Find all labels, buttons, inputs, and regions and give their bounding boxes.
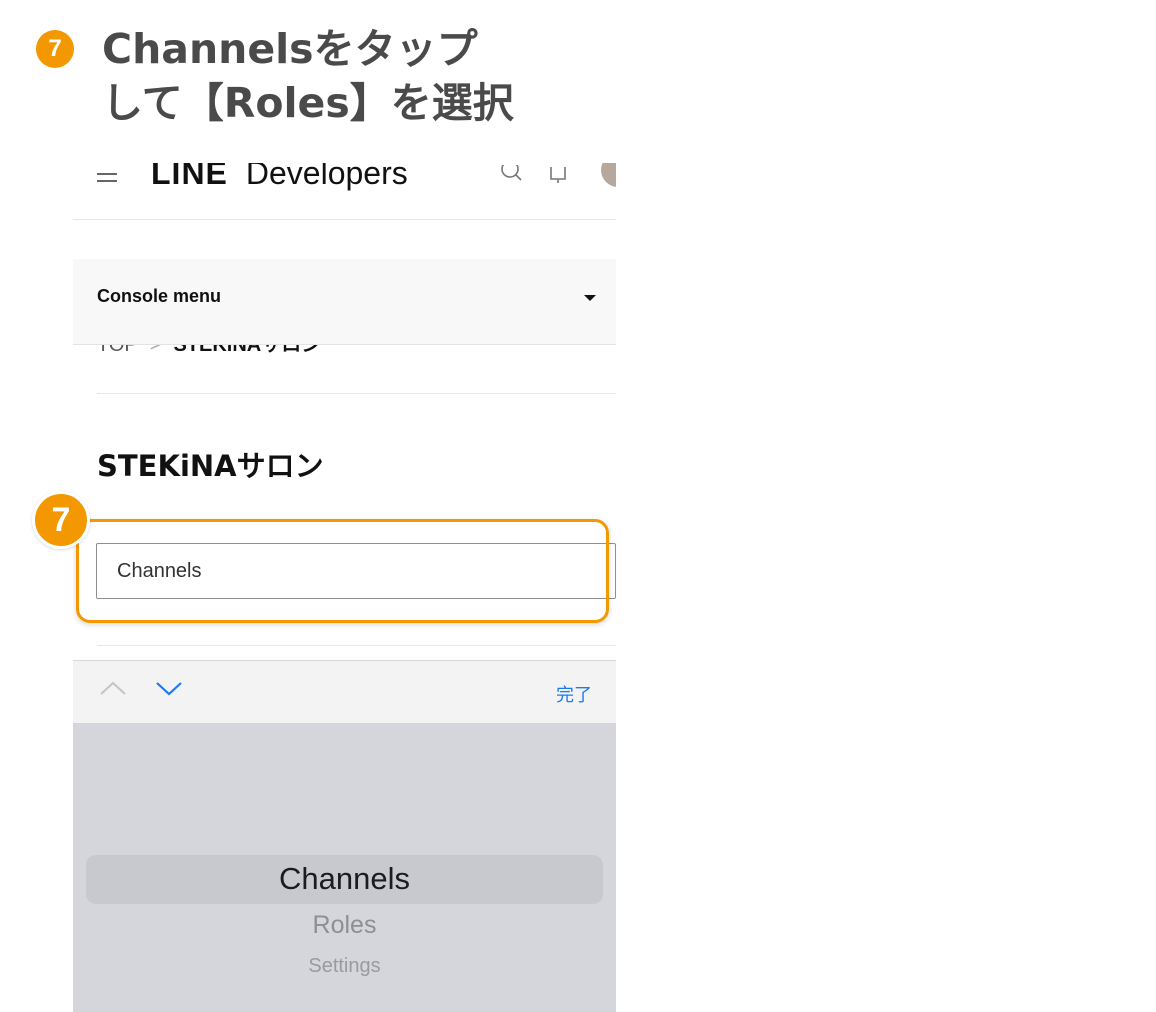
callout-number-badge: 7	[32, 491, 90, 549]
brand-logo[interactable]: LINE Developers	[151, 163, 408, 192]
caret-down-icon	[584, 295, 596, 301]
picker-option-settings[interactable]: Settings	[73, 955, 616, 978]
step-title: Channelsをタップ して【Roles】を選択	[102, 22, 642, 130]
highlight-frame	[76, 519, 609, 623]
done-button[interactable]: 完了	[556, 681, 592, 707]
breadcrumb-current: STEKiNAサロン	[173, 345, 322, 356]
hamburger-menu-icon[interactable]	[97, 173, 117, 187]
keyboard-accessory-bar: 完了	[73, 660, 616, 724]
brand-bold: LINE	[151, 163, 228, 191]
picker-option-roles[interactable]: Roles	[73, 911, 616, 940]
step-title-line-2: して【Roles】を選択	[102, 79, 514, 127]
picker-wheel[interactable]: Channels Roles Settings	[73, 723, 616, 1012]
divider	[97, 645, 616, 646]
avatar[interactable]	[601, 163, 616, 187]
step-title-line-1: Channelsをタップ	[102, 25, 478, 73]
picker-option-channels[interactable]: Channels	[73, 861, 616, 897]
bell-icon[interactable]	[547, 165, 569, 191]
step-number-badge: 7	[36, 30, 74, 68]
top-navigation-bar: LINE Developers	[73, 163, 616, 220]
chevron-up-icon[interactable]	[99, 680, 127, 700]
console-menu-label: Console menu	[97, 286, 222, 306]
chevron-down-icon[interactable]	[155, 680, 183, 700]
brand-rest: Developers	[245, 163, 408, 191]
phone-screenshot: LINE Developers Console menu TOP > STEKiNAサ…	[73, 163, 616, 1012]
breadcrumb-top-link[interactable]: TOP	[97, 345, 138, 356]
breadcrumb: TOP > STEKiNAサロン	[97, 345, 616, 394]
breadcrumb-separator: >	[149, 345, 162, 356]
page-title: STEKiNAサロン	[97, 449, 324, 483]
search-icon[interactable]	[501, 163, 523, 189]
console-menu-dropdown[interactable]: Console menu	[73, 259, 616, 345]
